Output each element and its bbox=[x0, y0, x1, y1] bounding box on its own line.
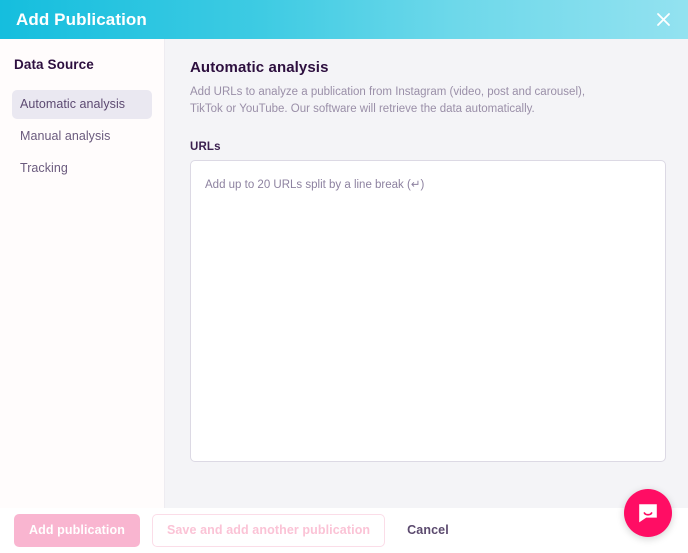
add-publication-modal: Add Publication Data Source Automatic an… bbox=[0, 0, 688, 553]
content-description: Add URLs to analyze a publication from I… bbox=[190, 86, 586, 115]
urls-input[interactable] bbox=[190, 160, 666, 463]
chat-bubble-icon[interactable] bbox=[624, 489, 672, 537]
sidebar-list: Automatic analysis Manual analysis Track… bbox=[0, 90, 164, 183]
sidebar: Data Source Automatic analysis Manual an… bbox=[0, 39, 165, 508]
urls-label: URLs bbox=[190, 141, 221, 154]
sidebar-item-automatic-analysis[interactable]: Automatic analysis bbox=[12, 90, 152, 119]
sidebar-item-tracking[interactable]: Tracking bbox=[12, 154, 152, 183]
add-publication-button[interactable]: Add publication bbox=[14, 514, 140, 547]
page-title: Add Publication bbox=[16, 10, 147, 29]
modal-header: Add Publication bbox=[0, 0, 688, 39]
modal-footer: Add publication Save and add another pub… bbox=[0, 508, 688, 553]
content-title: Automatic analysis bbox=[190, 59, 329, 76]
content-panel: Automatic analysis Add URLs to analyze a… bbox=[165, 39, 688, 508]
save-and-add-another-button[interactable]: Save and add another publication bbox=[151, 514, 386, 547]
modal-body: Data Source Automatic analysis Manual an… bbox=[0, 39, 688, 508]
close-icon[interactable] bbox=[650, 7, 676, 33]
sidebar-heading: Data Source bbox=[14, 57, 94, 72]
sidebar-item-manual-analysis[interactable]: Manual analysis bbox=[12, 122, 152, 151]
cancel-button[interactable]: Cancel bbox=[397, 515, 459, 545]
